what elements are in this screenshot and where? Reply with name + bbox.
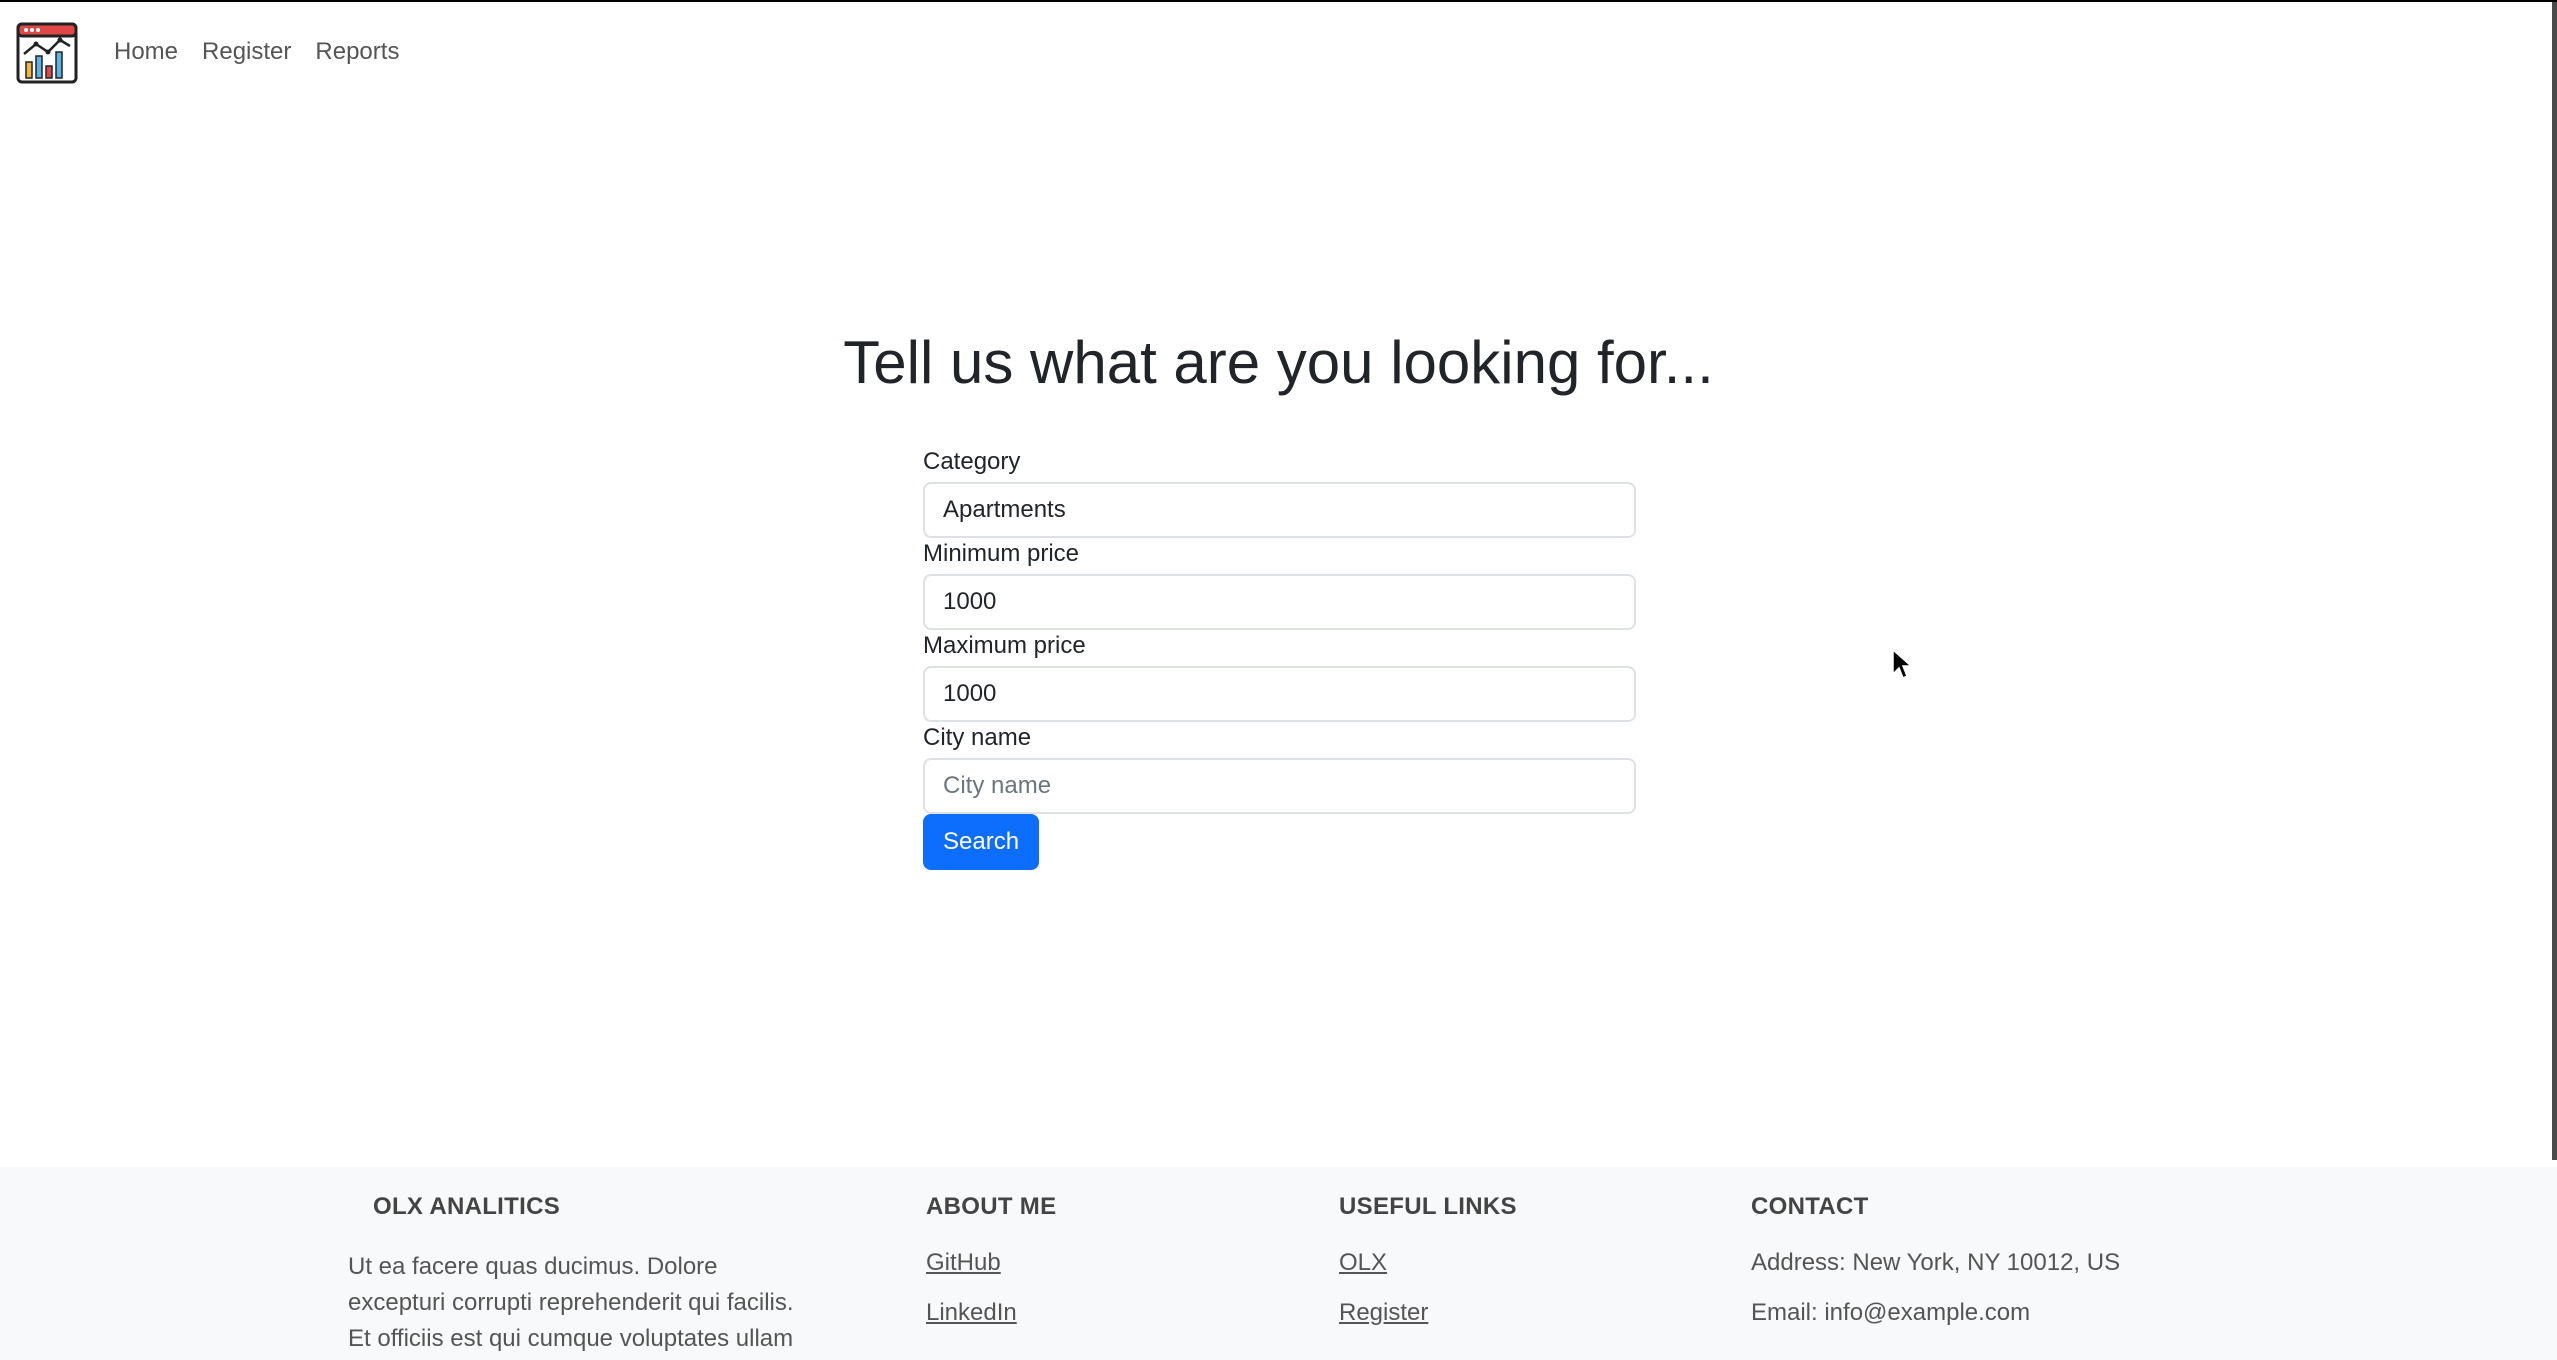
footer: OLX ANALITICS Ut ea facere quas ducimus.… (0, 1167, 2557, 1360)
search-form: Category Minimum price Maximum price Cit… (923, 446, 1636, 870)
min-price-label: Minimum price (923, 540, 1080, 567)
analytics-chart-logo-icon[interactable] (16, 22, 78, 84)
footer-link-register[interactable]: Register (1339, 1299, 1517, 1327)
city-field-group: City name (923, 722, 1636, 814)
category-field-group: Category (923, 446, 1636, 538)
min-price-field-group: Minimum price (923, 538, 1636, 630)
navbar: Home Register Reports (0, 2, 2550, 98)
category-input[interactable] (923, 482, 1636, 538)
max-price-label: Maximum price (923, 632, 1086, 659)
footer-about-column: ABOUT ME GitHub LinkedIn (926, 1167, 1056, 1349)
mouse-pointer-icon (1891, 648, 1913, 682)
min-price-input[interactable] (923, 574, 1636, 630)
footer-contact-address: Address: New York, NY 10012, US (1751, 1249, 2121, 1276)
footer-link-olx[interactable]: OLX (1339, 1249, 1517, 1277)
nav-link-reports[interactable]: Reports (315, 38, 399, 66)
search-button[interactable]: Search (923, 814, 1040, 870)
footer-contact-column: CONTACT Address: New York, NY 10012, US … (1751, 1167, 2120, 1349)
footer-brand-text: Ut ea facere quas ducimus. Dolore except… (348, 1253, 794, 1352)
page-title: Tell us what are you looking for... (843, 329, 1714, 396)
nav-link-home[interactable]: Home (114, 38, 178, 66)
footer-useful-heading: USEFUL LINKS (1339, 1193, 1517, 1220)
footer-contact-heading: CONTACT (1751, 1193, 1869, 1220)
footer-brand-column: OLX ANALITICS Ut ea facere quas ducimus.… (348, 1167, 808, 1357)
footer-link-linkedin[interactable]: LinkedIn (926, 1299, 1056, 1327)
nav-link-register[interactable]: Register (202, 38, 291, 66)
footer-about-heading: ABOUT ME (926, 1193, 1057, 1220)
nav-links: Home Register Reports (114, 38, 399, 66)
footer-link-github[interactable]: GitHub (926, 1249, 1056, 1277)
max-price-field-group: Maximum price (923, 630, 1636, 722)
footer-useful-column: USEFUL LINKS OLX Register (1339, 1167, 1517, 1349)
footer-brand-heading: OLX ANALITICS (373, 1193, 561, 1220)
category-label: Category (923, 448, 1021, 475)
city-input[interactable] (923, 758, 1636, 814)
page-scrollbar[interactable] (2552, 2, 2557, 1160)
footer-contact-email: Email: info@example.com (1751, 1299, 2031, 1326)
city-label: City name (923, 724, 1032, 751)
max-price-input[interactable] (923, 666, 1636, 722)
